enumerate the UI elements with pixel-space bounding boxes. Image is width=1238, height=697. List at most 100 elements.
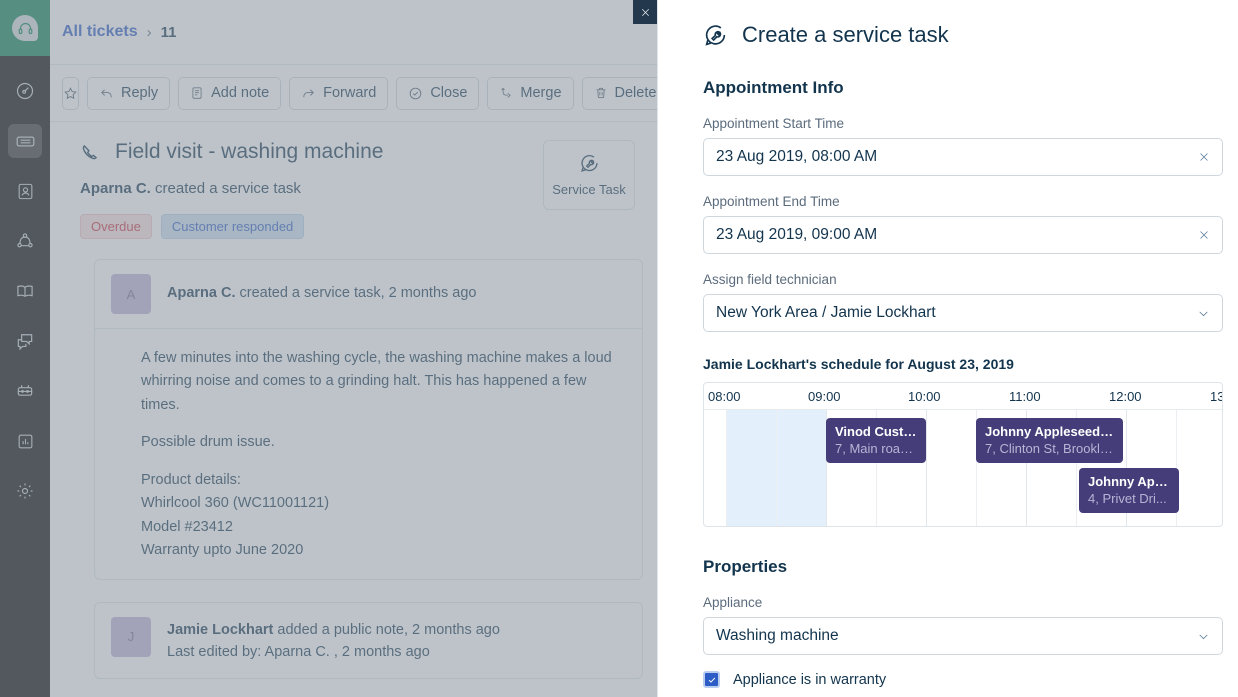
sidebar-item-settings[interactable] [0, 466, 50, 516]
sidebar-nav [0, 56, 50, 516]
field-appointment-start: Appointment Start Time 23 Aug 2019, 08:0… [703, 116, 1223, 176]
close-panel-button[interactable] [633, 0, 657, 24]
field-value: 23 Aug 2019, 08:00 AM [716, 148, 878, 165]
field-label: Assign field technician [703, 272, 837, 287]
field-technician: Assign field technician New York Area / … [703, 272, 1223, 332]
ticket-title-row: Field visit - washing machine [80, 140, 543, 164]
schedule-event[interactable]: Vinod Custo... 7, Main road... [826, 418, 926, 463]
event-subtitle: 7, Main road... [835, 441, 917, 456]
axis-tick: 10:00 [908, 389, 941, 404]
gear-icon [8, 474, 42, 508]
sidebar-item-contacts[interactable] [0, 166, 50, 216]
page-title: Field visit - washing machine [115, 140, 384, 163]
create-service-task-panel: Create a service task Appointment Info A… [657, 0, 1238, 697]
delete-label: Delete [614, 85, 657, 101]
field-value: New York Area / Jamie Lockhart [716, 304, 936, 321]
sidebar-item-tickets[interactable] [0, 116, 50, 166]
warranty-checkbox-row[interactable]: Appliance is in warranty [703, 671, 1238, 688]
field-value: Washing machine [716, 627, 839, 644]
breadcrumb-separator: › [146, 23, 152, 41]
field-appointment-end: Appointment End Time 23 Aug 2019, 09:00 … [703, 194, 1223, 254]
warranty-checkbox[interactable] [703, 671, 720, 688]
axis-tick: 13 [1210, 389, 1222, 404]
axis-tick: 09:00 [808, 389, 841, 404]
ticket-header-left: Field visit - washing machine Aparna C. … [64, 140, 543, 239]
service-task-label: Service Task [552, 182, 626, 197]
field-value: 23 Aug 2019, 09:00 AM [716, 226, 878, 243]
message-paragraph: A few minutes into the washing cycle, th… [141, 350, 612, 413]
field-appliance: Appliance Washing machine [703, 595, 1223, 655]
sidebar-item-dashboard[interactable] [0, 66, 50, 116]
field-label: Appointment End Time [703, 194, 840, 209]
schedule-caption: Jamie Lockhart's schedule for August 23,… [703, 356, 1014, 372]
message-meta: Jamie Lockhart added a public note, 2 mo… [167, 617, 500, 664]
contact-icon [8, 174, 42, 208]
ticket-subline: Aparna C. created a service task [80, 180, 543, 197]
ticket-tags: Overdue Customer responded [80, 214, 543, 239]
app-logo[interactable] [0, 0, 50, 56]
chevron-down-icon [1197, 307, 1210, 320]
message-meta: Aparna C. created a service task, 2 mont… [167, 274, 477, 304]
wrench-bubble-icon [703, 23, 728, 48]
close-icon [640, 7, 651, 18]
check-icon [708, 677, 715, 683]
delete-button[interactable]: Delete [581, 76, 657, 110]
bot-icon [8, 374, 42, 408]
avatar: J [111, 616, 151, 657]
event-title: Johnny Appl... [1088, 474, 1170, 489]
message-body: A few minutes into the washing cycle, th… [95, 329, 642, 579]
axis-tick: 12:00 [1109, 389, 1142, 404]
forward-icon [301, 86, 316, 101]
close-ticket-button[interactable]: Close [396, 76, 480, 110]
forward-button[interactable]: Forward [289, 76, 389, 110]
status-badge-customer-responded[interactable]: Customer responded [160, 214, 305, 239]
add-note-button[interactable]: Add note [178, 76, 282, 110]
sidebar-item-analytics[interactable] [0, 416, 50, 466]
sidebar-item-customers[interactable] [0, 216, 50, 266]
appliance-select[interactable]: Washing machine [703, 617, 1223, 655]
appointment-end-input[interactable]: 23 Aug 2019, 09:00 AM [703, 216, 1223, 254]
close-icon[interactable] [1198, 151, 1210, 163]
close-icon[interactable] [1198, 229, 1210, 241]
book-icon [8, 274, 42, 308]
note-icon [190, 86, 204, 100]
field-label: Appointment Start Time [703, 116, 845, 131]
status-badge-overdue[interactable]: Overdue [80, 214, 152, 239]
reply-label: Reply [121, 85, 159, 101]
technician-schedule-timeline[interactable]: 08:00 09:00 10:00 11:00 12:00 13 [703, 382, 1223, 527]
reply-icon [99, 86, 114, 101]
sidebar-item-automations[interactable] [0, 366, 50, 416]
event-subtitle: 4, Privet Dri... [1088, 491, 1167, 506]
field-label: Appliance [703, 595, 763, 610]
add-note-label: Add note [211, 85, 270, 101]
ticket-app: All tickets › 11 Reply Add note Forward … [0, 0, 657, 697]
event-title: Vinod Custo... [835, 424, 917, 439]
star-icon [63, 86, 78, 101]
sidebar-item-chat[interactable] [0, 316, 50, 366]
schedule-event[interactable]: Johnny Appl... 4, Privet Dri... [1079, 468, 1179, 513]
merge-button[interactable]: Merge [487, 76, 574, 110]
check-circle-icon [408, 86, 423, 101]
reply-button[interactable]: Reply [87, 76, 171, 110]
schedule-event[interactable]: Johnny Appleseed #41 7, Clinton St, Broo… [976, 418, 1123, 463]
phone-icon [80, 142, 101, 163]
app-root: All tickets › 11 Reply Add note Forward … [0, 0, 1238, 697]
ticket-header: Field visit - washing machine Aparna C. … [64, 140, 643, 239]
message-action: added a public note, 2 months ago [277, 621, 500, 638]
forward-label: Forward [323, 85, 377, 101]
event-subtitle: 7, Clinton St, Brookly... [985, 441, 1114, 456]
appointment-start-input[interactable]: 23 Aug 2019, 08:00 AM [703, 138, 1223, 176]
network-icon [8, 224, 42, 258]
technician-select[interactable]: New York Area / Jamie Lockhart [703, 294, 1223, 332]
ticket-action: created a service task [155, 180, 301, 197]
schedule-axis: 08:00 09:00 10:00 11:00 12:00 13 [704, 383, 1222, 410]
ticket-actor: Aparna C. [80, 180, 151, 197]
sidebar-item-solutions[interactable] [0, 266, 50, 316]
ticket-content: Field visit - washing machine Aparna C. … [50, 122, 657, 679]
star-button[interactable] [62, 76, 79, 110]
service-task-widget[interactable]: Service Task [543, 140, 635, 210]
breadcrumb: All tickets › 11 [50, 0, 657, 64]
breadcrumb-all-tickets-link[interactable]: All tickets [62, 23, 138, 41]
main-column: All tickets › 11 Reply Add note Forward … [50, 0, 657, 697]
message-actor: Jamie Lockhart [167, 621, 274, 638]
